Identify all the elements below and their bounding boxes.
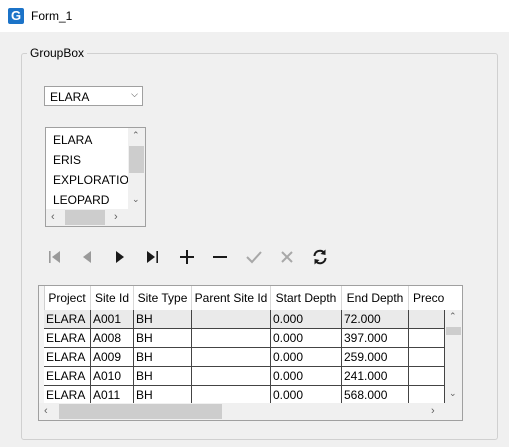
- combobox-value: ELARA: [50, 90, 90, 104]
- cell-end-depth[interactable]: 241.000: [342, 367, 409, 386]
- chevron-right-icon[interactable]: ›: [431, 405, 435, 417]
- chevron-down-icon[interactable]: ⌄: [449, 388, 457, 399]
- table-row[interactable]: ELARA A010 BH 0.000 241.000: [39, 367, 445, 386]
- cell-site-type[interactable]: BH: [134, 348, 192, 367]
- title-bar: G Form_1: [0, 0, 509, 32]
- cell-start-depth[interactable]: 0.000: [271, 348, 342, 367]
- groupbox-label: GroupBox: [27, 46, 88, 60]
- cell-parent-site-id[interactable]: [192, 329, 271, 348]
- skip-last-icon: [147, 251, 158, 263]
- scrollbar-thumb[interactable]: [59, 404, 222, 419]
- listbox-horizontal-scrollbar[interactable]: ‹ ›: [46, 209, 128, 226]
- grid-header: Project Site Id Site Type Parent Site Id…: [39, 286, 445, 311]
- cell-end-depth[interactable]: 397.000: [342, 329, 409, 348]
- cell-parent-site-id[interactable]: [192, 310, 271, 329]
- chevron-up-icon[interactable]: ⌃: [449, 311, 457, 322]
- project-combobox[interactable]: ELARA ⌵: [44, 86, 143, 106]
- cell-site-type[interactable]: BH: [134, 367, 192, 386]
- refresh-button[interactable]: [309, 247, 331, 267]
- column-header-site-type[interactable]: Site Type: [134, 286, 192, 310]
- app-icon: G: [8, 8, 24, 24]
- cell-project[interactable]: ELARA: [44, 310, 91, 329]
- cell-start-depth[interactable]: 0.000: [271, 329, 342, 348]
- cell-parent-site-id[interactable]: [192, 348, 271, 367]
- close-icon: [281, 251, 293, 263]
- cell-project[interactable]: ELARA: [44, 348, 91, 367]
- list-item[interactable]: ERIS: [53, 153, 81, 167]
- refresh-icon: [313, 249, 327, 265]
- cell-project[interactable]: ELARA: [44, 367, 91, 386]
- skip-first-icon: [49, 251, 60, 263]
- column-header-start-depth[interactable]: Start Depth: [271, 286, 342, 310]
- cell-parent-site-id[interactable]: [192, 367, 271, 386]
- cell-start-depth[interactable]: 0.000: [271, 310, 342, 329]
- table-row[interactable]: ELARA A001 BH 0.000 72.000: [39, 310, 445, 329]
- cell-project[interactable]: ELARA: [44, 329, 91, 348]
- cell-site-type[interactable]: BH: [134, 329, 192, 348]
- triangle-left-icon: [83, 251, 91, 263]
- chevron-up-icon[interactable]: ⌃: [132, 130, 140, 141]
- cell-site-id[interactable]: A010: [91, 367, 134, 386]
- scrollbar-thumb[interactable]: [65, 210, 105, 225]
- table-row[interactable]: ELARA A008 BH 0.000 397.000: [39, 329, 445, 348]
- chevron-left-icon[interactable]: ‹: [51, 211, 55, 223]
- cancel-record-button[interactable]: [276, 247, 298, 267]
- triangle-right-icon: [116, 251, 124, 263]
- table-row[interactable]: ELARA A009 BH 0.000 259.000: [39, 348, 445, 367]
- column-header-precol[interactable]: Precol: [409, 286, 445, 310]
- window-title: Form_1: [31, 9, 73, 23]
- cell-precol[interactable]: [409, 310, 445, 329]
- grid-horizontal-scrollbar[interactable]: ‹ ›: [39, 403, 445, 420]
- cell-end-depth[interactable]: 259.000: [342, 348, 409, 367]
- column-header-parent-site-id[interactable]: Parent Site Id: [192, 286, 271, 310]
- cell-site-id[interactable]: A009: [91, 348, 134, 367]
- scrollbar-corner: [445, 403, 462, 420]
- data-grid[interactable]: Project Site Id Site Type Parent Site Id…: [38, 285, 463, 421]
- cell-site-id[interactable]: A001: [91, 310, 134, 329]
- scrollbar-corner: [128, 209, 145, 226]
- chevron-down-icon[interactable]: ⌵: [131, 89, 138, 100]
- previous-record-button[interactable]: [76, 247, 98, 267]
- next-record-button[interactable]: [109, 247, 131, 267]
- list-item[interactable]: ELARA: [53, 133, 92, 147]
- cell-site-id[interactable]: A008: [91, 329, 134, 348]
- column-header-end-depth[interactable]: End Depth: [342, 286, 409, 310]
- cell-precol[interactable]: [409, 367, 445, 386]
- chevron-right-icon[interactable]: ›: [114, 211, 118, 223]
- scrollbar-thumb[interactable]: [446, 327, 461, 335]
- first-record-button[interactable]: [44, 247, 66, 267]
- list-item[interactable]: EXPLORATION: [53, 173, 137, 187]
- scrollbar-thumb[interactable]: [129, 146, 144, 173]
- cell-site-type[interactable]: BH: [134, 310, 192, 329]
- grid-vertical-scrollbar[interactable]: ⌃ ⌄: [445, 310, 462, 403]
- list-item[interactable]: LEOPARD: [53, 193, 109, 207]
- column-header-site-id[interactable]: Site Id: [91, 286, 134, 310]
- cell-end-depth[interactable]: 72.000: [342, 310, 409, 329]
- minus-icon: [213, 256, 227, 258]
- cell-precol[interactable]: [409, 348, 445, 367]
- chevron-down-icon[interactable]: ⌄: [132, 194, 140, 205]
- post-record-button[interactable]: [243, 247, 265, 267]
- cell-start-depth[interactable]: 0.000: [271, 367, 342, 386]
- column-header-project[interactable]: Project: [44, 286, 91, 310]
- last-record-button[interactable]: [142, 247, 164, 267]
- checkmark-icon: [246, 251, 262, 264]
- add-record-button[interactable]: [176, 247, 198, 267]
- plus-icon: [180, 250, 194, 264]
- chevron-left-icon[interactable]: ‹: [44, 405, 48, 417]
- listbox-vertical-scrollbar[interactable]: ⌃ ⌄: [128, 128, 145, 210]
- project-listbox[interactable]: ELARA ERIS EXPLORATION LEOPARD ⌃ ⌄ ‹ ›: [45, 127, 146, 227]
- cell-precol[interactable]: [409, 329, 445, 348]
- delete-record-button[interactable]: [209, 247, 231, 267]
